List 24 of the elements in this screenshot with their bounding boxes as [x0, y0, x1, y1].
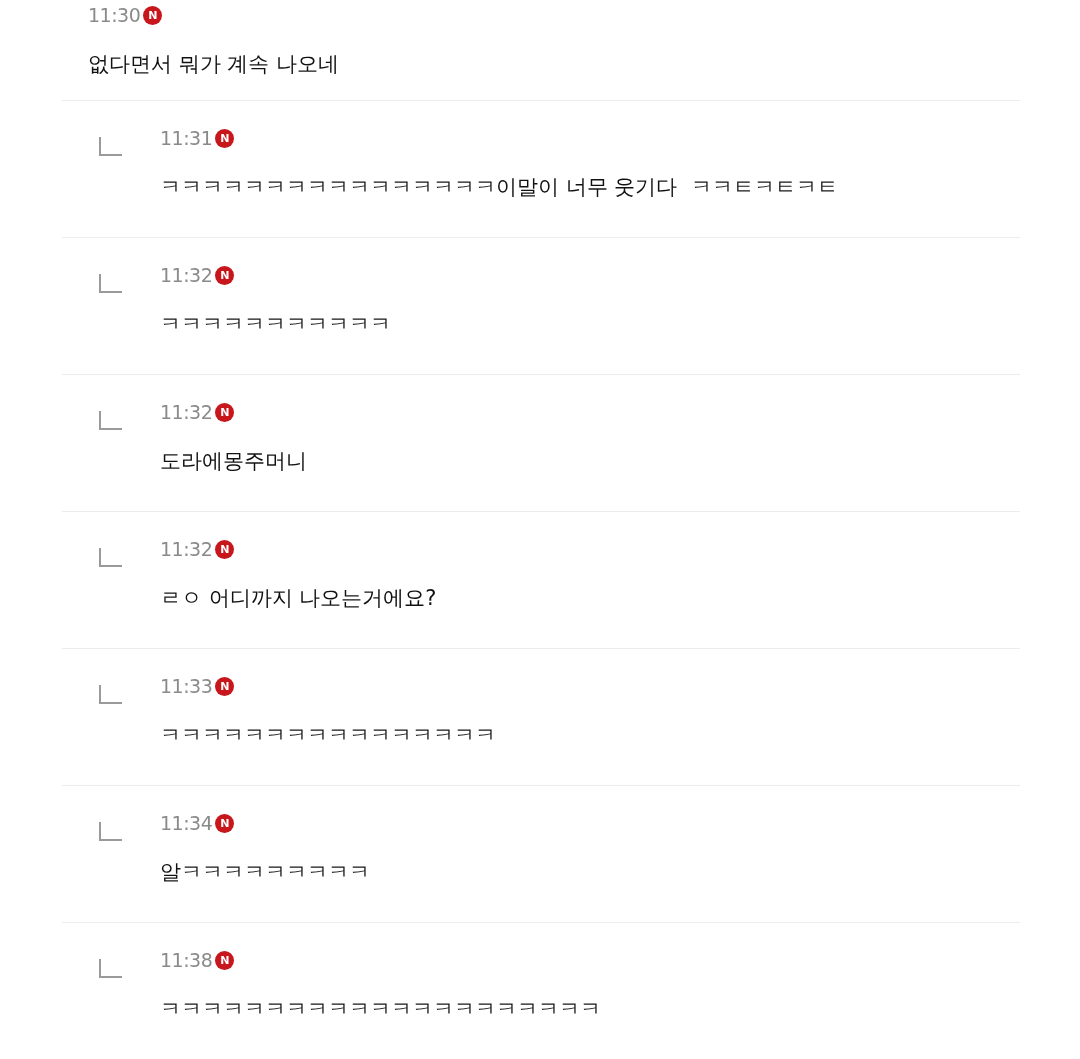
new-badge: N — [215, 950, 235, 970]
comment-text: 없다면서 뭐가 계속 나오네 — [88, 51, 340, 78]
new-badge: N — [215, 402, 235, 422]
new-badge: N — [215, 128, 235, 148]
comment-text: ㄹㅇ 어디까지 나오는거에요? — [160, 585, 437, 612]
new-badge: N — [215, 676, 235, 696]
new-badge: N — [215, 539, 235, 559]
comment-time: 11:30 — [88, 4, 141, 26]
comment-text: 도라에몽주머니 — [160, 448, 307, 475]
new-badge: N — [215, 813, 235, 833]
comment-time: 11:32 — [160, 401, 213, 423]
comment-text: ㅋㅋㅋㅋㅋㅋㅋㅋㅋㅋㅋㅋㅋㅋㅋㅋㅋㅋㅋㅋㅋ — [160, 996, 601, 1023]
comment-text: ㅋㅋㅋㅋㅋㅋㅋㅋㅋㅋㅋㅋㅋㅋㅋㅋ이말이 너무 웃기다 ㅋㅋㅌㅋㅌㅋㅌ — [160, 174, 838, 201]
comment-text: 알ㅋㅋㅋㅋㅋㅋㅋㅋㅋ — [160, 859, 370, 886]
comment-time: 11:33 — [160, 675, 213, 697]
new-badge: N — [215, 265, 235, 285]
comment-time: 11:34 — [160, 812, 213, 834]
comment-time: 11:32 — [160, 538, 213, 560]
comment-text: ㅋㅋㅋㅋㅋㅋㅋㅋㅋㅋㅋㅋㅋㅋㅋㅋ — [160, 722, 496, 749]
comment-time: 11:38 — [160, 949, 213, 971]
new-badge: N — [143, 5, 163, 25]
comment-time: 11:32 — [160, 264, 213, 286]
comment-text: ㅋㅋㅋㅋㅋㅋㅋㅋㅋㅋㅋ — [160, 311, 391, 338]
comment-time: 11:31 — [160, 127, 213, 149]
